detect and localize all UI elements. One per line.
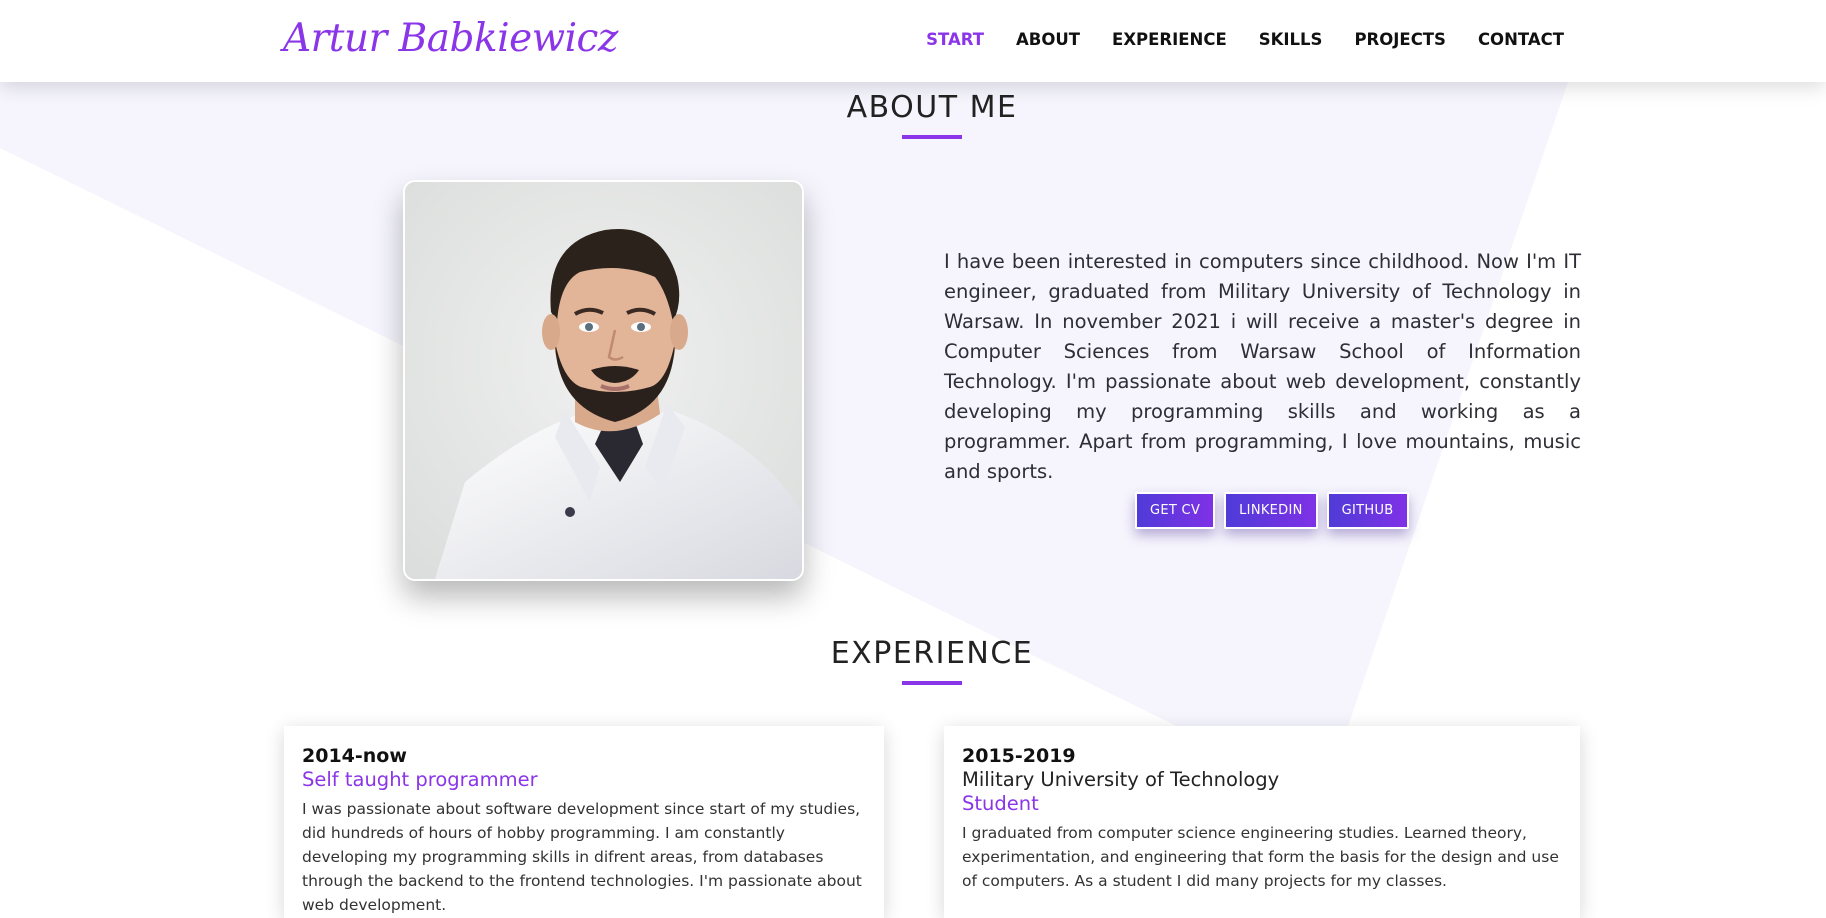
experience-section-title: EXPERIENCE xyxy=(830,636,1034,671)
experience-card: 2015-2019 Military University of Technol… xyxy=(944,726,1580,918)
site-header: Artur Babkiewicz START ABOUT EXPERIENCE … xyxy=(0,0,1826,82)
nav-contact[interactable]: CONTACT xyxy=(1478,30,1564,49)
experience-card: 2014-now Self taught programmer I was pa… xyxy=(284,726,884,918)
experience-years: 2014-now xyxy=(302,745,407,767)
nav-about[interactable]: ABOUT xyxy=(1016,30,1080,49)
experience-role: Student xyxy=(962,792,1039,815)
nav-experience[interactable]: EXPERIENCE xyxy=(1112,30,1227,49)
about-description: I have been interested in computers sinc… xyxy=(944,250,1581,483)
github-button[interactable]: GITHUB xyxy=(1326,492,1409,529)
linkedin-button[interactable]: LINKEDIN xyxy=(1224,492,1318,529)
main-nav: START ABOUT EXPERIENCE SKILLS PROJECTS C… xyxy=(894,30,1564,49)
nav-skills[interactable]: SKILLS xyxy=(1259,30,1323,49)
experience-description: I graduated from computer science engine… xyxy=(962,824,1559,890)
site-logo[interactable]: Artur Babkiewicz xyxy=(283,16,618,61)
get-cv-button[interactable]: GET CV xyxy=(1135,492,1216,529)
profile-photo xyxy=(403,180,804,581)
experience-role: Self taught programmer xyxy=(302,768,538,791)
experience-description: I was passionate about software developm… xyxy=(302,800,862,914)
nav-projects[interactable]: PROJECTS xyxy=(1354,30,1445,49)
experience-title-underline xyxy=(902,681,962,685)
about-title-underline xyxy=(902,135,962,139)
nav-start[interactable]: START xyxy=(926,30,984,49)
experience-years: 2015-2019 xyxy=(962,745,1076,767)
about-buttons: GET CV LINKEDIN GITHUB xyxy=(1135,492,1409,529)
about-section-title: ABOUT ME xyxy=(846,90,1018,125)
experience-organization: Military University of Technology xyxy=(962,768,1280,791)
